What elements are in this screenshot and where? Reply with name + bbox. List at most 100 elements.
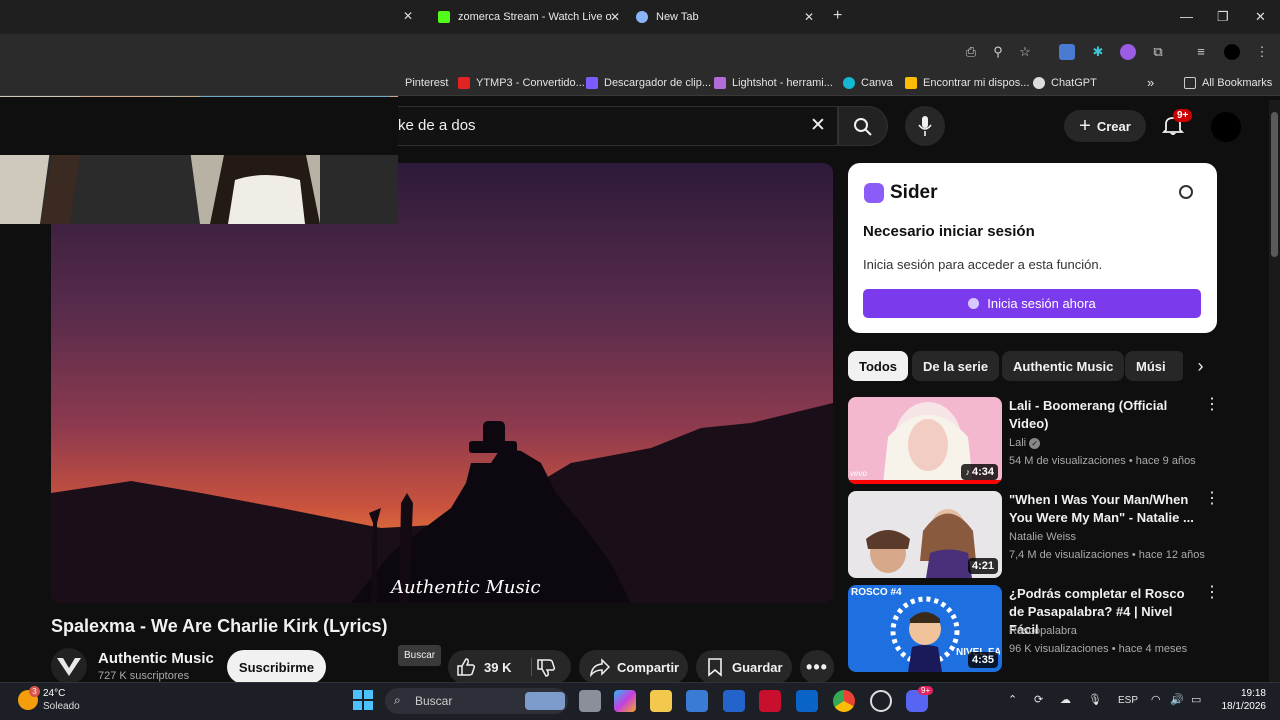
close-tab-icon[interactable]: ✕: [804, 10, 814, 24]
mcafee-icon[interactable]: [759, 690, 781, 712]
minimize-icon[interactable]: —: [1180, 9, 1193, 24]
settings-icon[interactable]: [1179, 185, 1193, 199]
more-options-icon[interactable]: ⋮: [1204, 491, 1220, 507]
chip-de-la-serie[interactable]: De la serie: [912, 351, 1000, 381]
browser-toolbar: [0, 34, 1280, 70]
language-indicator[interactable]: ESP: [1118, 695, 1138, 706]
chevron-up-icon[interactable]: ⌃: [1008, 693, 1017, 706]
chip-authentic-music[interactable]: Authentic Music: [1002, 351, 1125, 381]
bookmark-descargador[interactable]: Descargador de clip...: [586, 77, 711, 89]
like-count: 39 K: [484, 659, 512, 675]
video-thumbnail[interactable]: ROSCO #4 NIVEL FÁ 4:35: [848, 585, 1002, 672]
recommendation-item[interactable]: vevo ♪ 4:34 Lali - Boomerang (Official Vi…: [848, 397, 1220, 485]
recommendation-title[interactable]: "When I Was Your Man/When You Were My Ma…: [1009, 491, 1194, 527]
more-bookmarks-icon[interactable]: »: [1147, 75, 1154, 90]
recommendation-channel[interactable]: Lali ✓: [1009, 437, 1041, 449]
voice-search-button[interactable]: [905, 106, 945, 146]
like-button[interactable]: 39 K: [456, 657, 511, 677]
volume-icon[interactable]: 🔊: [1170, 693, 1184, 706]
chip-musica[interactable]: Músi: [1125, 351, 1185, 381]
save-button[interactable]: Guardar: [696, 650, 792, 684]
all-bookmarks[interactable]: All Bookmarks: [1184, 77, 1272, 89]
bookmark-lightshot[interactable]: Lightshot - herrami...: [714, 77, 833, 89]
windows-start-icon[interactable]: [353, 690, 373, 710]
share-button[interactable]: Compartir: [579, 650, 688, 684]
weather-temp[interactable]: 24°C: [43, 688, 65, 699]
bookmark-star-icon[interactable]: ☆: [1017, 44, 1033, 60]
sider-extension-icon[interactable]: [1120, 44, 1136, 60]
mail-icon[interactable]: [796, 690, 818, 712]
onedrive-icon[interactable]: ☁: [1060, 693, 1071, 706]
chevron-right-icon[interactable]: ›: [1183, 351, 1218, 381]
store-icon[interactable]: [686, 690, 708, 712]
extension-icon[interactable]: ✱: [1090, 44, 1106, 60]
all-bookmarks-label: All Bookmarks: [1202, 77, 1273, 89]
sider-login-panel: Sider Necesario iniciar sesión Inicia se…: [848, 163, 1217, 333]
create-button[interactable]: + Crear: [1064, 110, 1146, 142]
notifications-button[interactable]: 9+: [1161, 109, 1193, 136]
bookmark-ytmp3[interactable]: YTMP3 - Convertido...: [458, 77, 585, 89]
new-tab-button[interactable]: +: [833, 7, 842, 25]
dell-icon[interactable]: [723, 690, 745, 712]
recommendation-item[interactable]: 4:21 "When I Was Your Man/When You Were …: [848, 491, 1220, 579]
mic-icon[interactable]: 🎙: [1088, 693, 1102, 706]
share-icon: [590, 658, 611, 677]
more-actions-button[interactable]: •••: [800, 650, 834, 684]
clock-date[interactable]: 18/1/2026: [1214, 701, 1267, 712]
page-scrollbar[interactable]: [1269, 100, 1280, 682]
tab-zomerca[interactable]: zomerca Stream - Watch Live o ✕: [438, 6, 620, 28]
channel-name[interactable]: Authentic Music: [98, 650, 214, 667]
bookmark-label: Descargador de clip...: [604, 77, 711, 89]
search-icon: [854, 118, 872, 136]
sider-logo-icon: [864, 183, 884, 203]
taskbar-search[interactable]: ⌕ Buscar: [385, 688, 568, 714]
install-app-icon[interactable]: ⎙: [963, 44, 979, 60]
task-view-icon[interactable]: [579, 690, 601, 712]
chatgpt-taskbar-icon[interactable]: [870, 690, 892, 712]
extensions-puzzle-icon[interactable]: ⧉: [1150, 44, 1166, 60]
recommendation-title[interactable]: Lali - Boomerang (Official Video): [1009, 397, 1194, 433]
recommendation-channel[interactable]: Roscopalabra: [1009, 625, 1077, 637]
wifi-icon[interactable]: ◠: [1151, 693, 1161, 706]
bookmark-chatgpt[interactable]: ChatGPT: [1033, 77, 1097, 89]
close-window-icon[interactable]: ✕: [1255, 9, 1266, 25]
file-explorer-icon[interactable]: [650, 690, 672, 712]
profile-avatar[interactable]: [1224, 44, 1240, 60]
more-options-icon[interactable]: ⋮: [1204, 585, 1220, 601]
close-tab-icon[interactable]: ✕: [403, 9, 413, 23]
search-button[interactable]: [838, 106, 888, 146]
dislike-button[interactable]: [536, 658, 556, 681]
maximize-icon[interactable]: ❐: [1217, 9, 1229, 25]
bookmark-canva[interactable]: Canva: [843, 77, 893, 89]
scrollbar-thumb[interactable]: [1271, 112, 1278, 257]
chrome-menu-icon[interactable]: ⋮: [1254, 44, 1270, 60]
chip-todos[interactable]: Todos: [848, 351, 909, 381]
recommendation-item[interactable]: ROSCO #4 NIVEL FÁ 4:35 ¿Podrás completar…: [848, 585, 1220, 673]
reading-list-icon[interactable]: ≡: [1193, 44, 1209, 60]
zoom-icon[interactable]: ⚲: [990, 44, 1006, 60]
channel-logo-icon: [57, 658, 81, 676]
bookmark-pinterest[interactable]: Pinterest: [405, 77, 448, 89]
close-tab-icon[interactable]: ✕: [610, 10, 620, 24]
battery-icon[interactable]: ▭: [1191, 693, 1201, 706]
sider-login-button[interactable]: Inicia sesión ahora: [863, 289, 1201, 318]
tab-new-tab[interactable]: New Tab ✕: [636, 6, 814, 28]
sync-icon[interactable]: ⟳: [1034, 693, 1043, 706]
translate-extension-icon[interactable]: [1059, 44, 1075, 60]
video-player[interactable]: Authentic Music: [51, 163, 833, 603]
subscribe-button[interactable]: Suscribirme: [227, 650, 326, 684]
bookmark-label: ChatGPT: [1051, 77, 1097, 89]
filter-chips: Todos De la serie Authentic Music Músi ›: [848, 351, 1218, 381]
clear-search-icon[interactable]: ✕: [810, 114, 826, 137]
thumb-label: ROSCO #4: [851, 587, 902, 598]
video-thumbnail[interactable]: vevo ♪ 4:34: [848, 397, 1002, 484]
account-avatar[interactable]: [1211, 112, 1241, 142]
channel-avatar[interactable]: [51, 648, 87, 684]
more-options-icon[interactable]: ⋮: [1204, 397, 1220, 413]
video-thumbnail[interactable]: 4:21: [848, 491, 1002, 578]
clock-time[interactable]: 19:18: [1224, 688, 1266, 699]
copilot-icon[interactable]: [614, 690, 636, 712]
recommendation-channel[interactable]: Natalie Weiss: [1009, 531, 1076, 543]
chrome-taskbar-icon[interactable]: [833, 690, 855, 712]
bookmark-find-device[interactable]: Encontrar mi dispos...: [905, 77, 1029, 89]
